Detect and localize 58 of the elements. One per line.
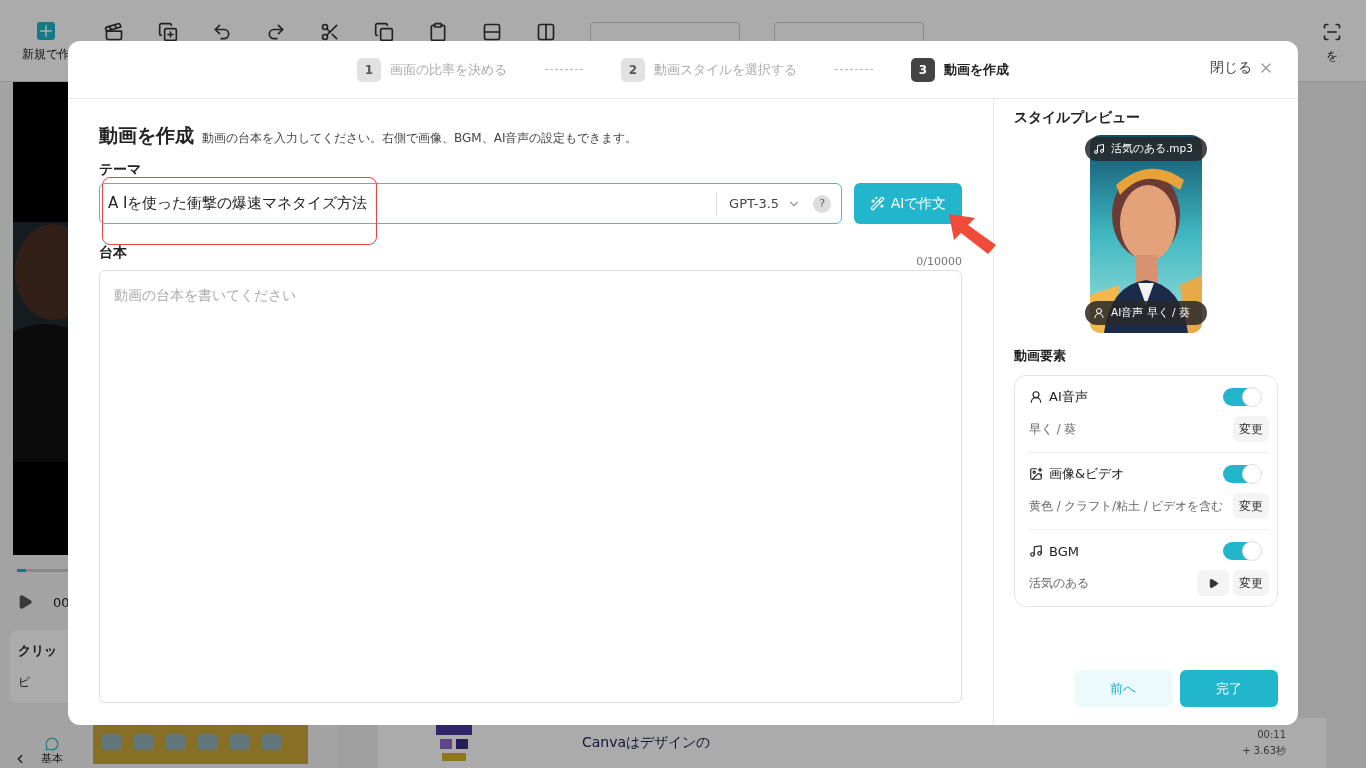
play-button[interactable] (1197, 570, 1229, 596)
play-icon[interactable] (17, 594, 33, 610)
step-label: 動画を作成 (944, 60, 1009, 79)
help-icon[interactable]: ? (813, 194, 832, 213)
step-label: 画面の比率を決める (390, 60, 507, 79)
music-chip: 活気のある.mp3 (1085, 137, 1207, 161)
element-detail: 黄色 / クラフト/粘土 / ビデオを含む (1029, 497, 1225, 515)
play-icon (1207, 577, 1219, 589)
field-label: 台本 (99, 244, 127, 262)
toggle-switch[interactable] (1223, 465, 1261, 483)
undo-icon[interactable] (212, 22, 232, 42)
tool-label: を (1326, 48, 1338, 65)
redo-icon[interactable] (266, 22, 286, 42)
toggle-switch[interactable] (1223, 388, 1261, 406)
pointer-arrow (949, 214, 997, 254)
element-detail: 活気のある (1029, 574, 1090, 592)
element-title: AI音声 (1049, 388, 1088, 406)
element-title: BGM (1049, 543, 1079, 559)
clipboard-icon[interactable] (428, 22, 448, 42)
script-field[interactable]: 動画の台本を書いてください (99, 270, 962, 703)
panel-title: クリッ (18, 642, 58, 660)
field-label: テーマ (99, 161, 142, 179)
tab-label[interactable]: 基本 (41, 737, 63, 766)
clapperboard-icon[interactable] (104, 22, 124, 42)
step-number: 2 (621, 57, 645, 82)
voice-chip: AI音声 早く / 葵 (1085, 301, 1207, 325)
change-button[interactable]: 変更 (1233, 416, 1269, 442)
scissors-icon[interactable] (320, 22, 340, 42)
change-button[interactable]: 変更 (1233, 493, 1269, 519)
music-note-icon (1029, 544, 1043, 558)
copy-plus-icon[interactable] (158, 22, 178, 42)
added-time-label: + 3.63秒 (1242, 743, 1286, 758)
step-number: 3 (911, 57, 935, 82)
section-title: スタイルプレビュー (1014, 109, 1141, 127)
rows-icon[interactable] (482, 22, 502, 42)
music-note-icon (1093, 143, 1105, 155)
toggle-switch[interactable] (1223, 542, 1261, 560)
clip-text: Canvaはデザインの (582, 734, 711, 752)
copy-icon[interactable] (374, 22, 394, 42)
step-label: 動画スタイルを選択する (654, 60, 797, 79)
character-counter: 0/10000 (916, 255, 962, 268)
close-button[interactable]: 閉じる (1210, 59, 1274, 77)
element-title: 画像&ビデオ (1049, 465, 1125, 483)
step-number: 1 (357, 57, 381, 82)
dialog-title: 動画を作成 (99, 123, 194, 148)
duration-label: 00:11 (1257, 728, 1286, 740)
change-button[interactable]: 変更 (1233, 570, 1269, 596)
columns-icon[interactable] (536, 22, 556, 42)
tool-label: 新規で作 (22, 46, 70, 63)
chat-icon (45, 737, 59, 751)
element-detail: 早く / 葵 (1029, 420, 1078, 438)
magic-wand-icon (869, 196, 885, 211)
theme-field[interactable]: A Iを使った衝撃の爆速マネタイズ方法 GPT-3.5 ? (99, 183, 843, 224)
dialog-subtitle: 動画の台本を入力してください。右側で画像、BGM、AI音声の設定もできます。 (202, 130, 638, 147)
image-icon (1029, 467, 1043, 481)
section-title: 動画要素 (1014, 347, 1067, 365)
model-select[interactable]: GPT-3.5 (716, 191, 802, 216)
scan-icon[interactable] (1322, 22, 1342, 42)
